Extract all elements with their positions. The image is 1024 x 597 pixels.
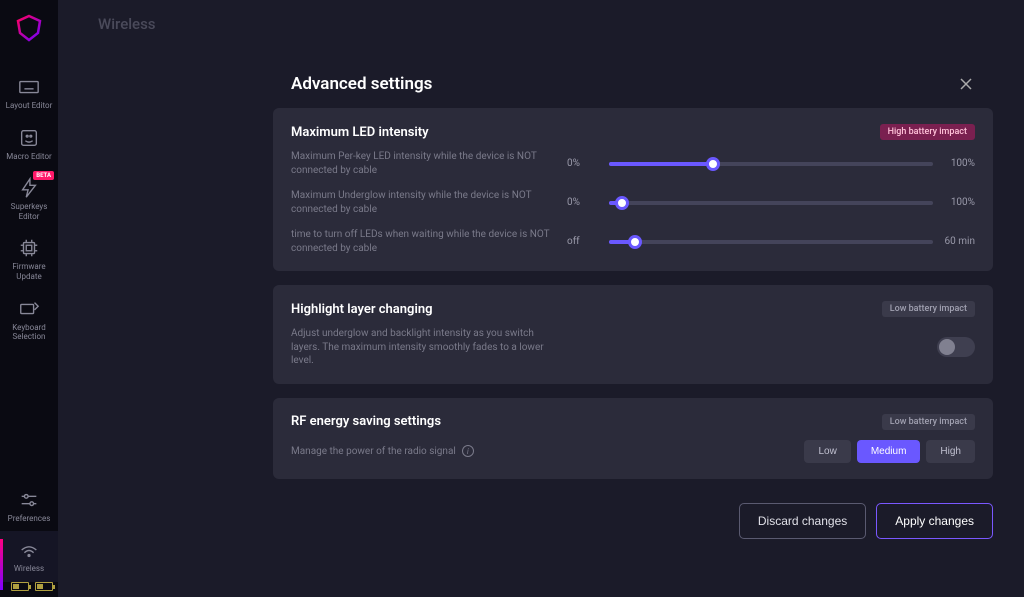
nav-layout-editor[interactable]: Layout Editor — [0, 68, 58, 119]
modal-header: Advanced settings — [273, 60, 993, 108]
bolt-icon — [18, 177, 40, 199]
slider-max: 60 min — [943, 236, 975, 247]
nav-label: Layout Editor — [6, 101, 53, 111]
slider-row-perkey: Maximum Per-key LED intensity while the … — [291, 150, 975, 177]
rf-option-low[interactable]: Low — [804, 440, 850, 463]
perkey-led-slider[interactable] — [609, 162, 933, 166]
main-area: Wireless Advanced settings Maximum LED i… — [58, 0, 1024, 597]
card-title: RF energy saving settings — [291, 414, 441, 429]
info-icon[interactable]: i — [462, 445, 474, 457]
discard-button[interactable]: Discard changes — [739, 503, 866, 539]
beta-badge: BETA — [33, 171, 54, 180]
led-timeout-slider[interactable] — [609, 240, 933, 244]
rf-option-high[interactable]: High — [926, 440, 975, 463]
slider-thumb[interactable] — [706, 157, 720, 171]
rf-desc-text: Manage the power of the radio signal — [291, 446, 456, 457]
advanced-settings-modal: Advanced settings Maximum LED intensity … — [273, 60, 993, 549]
slider-desc: Maximum Per-key LED intensity while the … — [291, 150, 551, 177]
nav-label: Keyboard Selection — [0, 323, 58, 342]
highlight-desc: Adjust underglow and backlight intensity… — [291, 327, 561, 368]
battery-icon — [35, 582, 53, 591]
nav-label: Preferences — [8, 514, 51, 524]
slider-desc: time to turn off LEDs when waiting while… — [291, 228, 551, 255]
underglow-led-slider[interactable] — [609, 201, 933, 205]
nav-macro-editor[interactable]: Macro Editor — [0, 119, 58, 170]
slider-thumb[interactable] — [615, 196, 629, 210]
nav-label: Firmware Update — [0, 262, 58, 281]
slider-min: off — [567, 236, 599, 247]
nav-label: Superkeys Editor — [0, 202, 58, 221]
sidebar: Layout Editor Macro Editor BETA Superkey… — [0, 0, 58, 597]
nav-label: Macro Editor — [6, 152, 51, 162]
nav-wireless[interactable]: Wireless — [0, 531, 58, 582]
slider-thumb[interactable] — [628, 235, 642, 249]
app-logo — [9, 8, 49, 48]
nav-label: Wireless — [14, 564, 44, 574]
rf-desc: Manage the power of the radio signal i — [291, 445, 474, 457]
battery-status — [5, 582, 53, 591]
nav-preferences[interactable]: Preferences — [0, 481, 58, 532]
toggle-knob — [939, 339, 955, 355]
slider-min: 0% — [567, 197, 599, 208]
impact-badge-high: High battery impact — [880, 124, 975, 140]
impact-badge-low: Low battery impact — [882, 414, 975, 430]
keyboard-select-icon — [18, 298, 40, 320]
card-rf-energy: RF energy saving settings Low battery im… — [273, 398, 993, 479]
keyboard-icon — [18, 76, 40, 98]
wifi-icon — [18, 539, 40, 561]
card-highlight-layer: Highlight layer changing Low battery imp… — [273, 285, 993, 384]
slider-max: 100% — [943, 158, 975, 169]
nav-keyboard-selection[interactable]: Keyboard Selection — [0, 290, 58, 350]
slider-row-underglow: Maximum Underglow intensity while the de… — [291, 189, 975, 216]
close-button[interactable] — [957, 75, 975, 93]
card-led-intensity: Maximum LED intensity High battery impac… — [273, 108, 993, 271]
card-title: Highlight layer changing — [291, 302, 432, 317]
card-title: Maximum LED intensity — [291, 125, 429, 140]
nav-firmware-update[interactable]: Firmware Update — [0, 229, 58, 289]
rf-options: Low Medium High — [804, 440, 975, 463]
apply-button[interactable]: Apply changes — [876, 503, 993, 539]
slider-min: 0% — [567, 158, 599, 169]
sliders-icon — [18, 489, 40, 511]
macro-icon — [18, 127, 40, 149]
close-icon — [960, 78, 972, 90]
nav-superkeys-editor[interactable]: BETA Superkeys Editor — [0, 169, 58, 229]
impact-badge-low: Low battery impact — [882, 301, 975, 317]
rf-option-medium[interactable]: Medium — [857, 440, 921, 463]
modal-title: Advanced settings — [291, 74, 432, 94]
chip-icon — [18, 237, 40, 259]
slider-max: 100% — [943, 197, 975, 208]
battery-icon — [11, 582, 29, 591]
highlight-toggle[interactable] — [937, 337, 975, 357]
slider-row-timeout: time to turn off LEDs when waiting while… — [291, 228, 975, 255]
slider-desc: Maximum Underglow intensity while the de… — [291, 189, 551, 216]
modal-footer: Discard changes Apply changes — [273, 493, 993, 549]
